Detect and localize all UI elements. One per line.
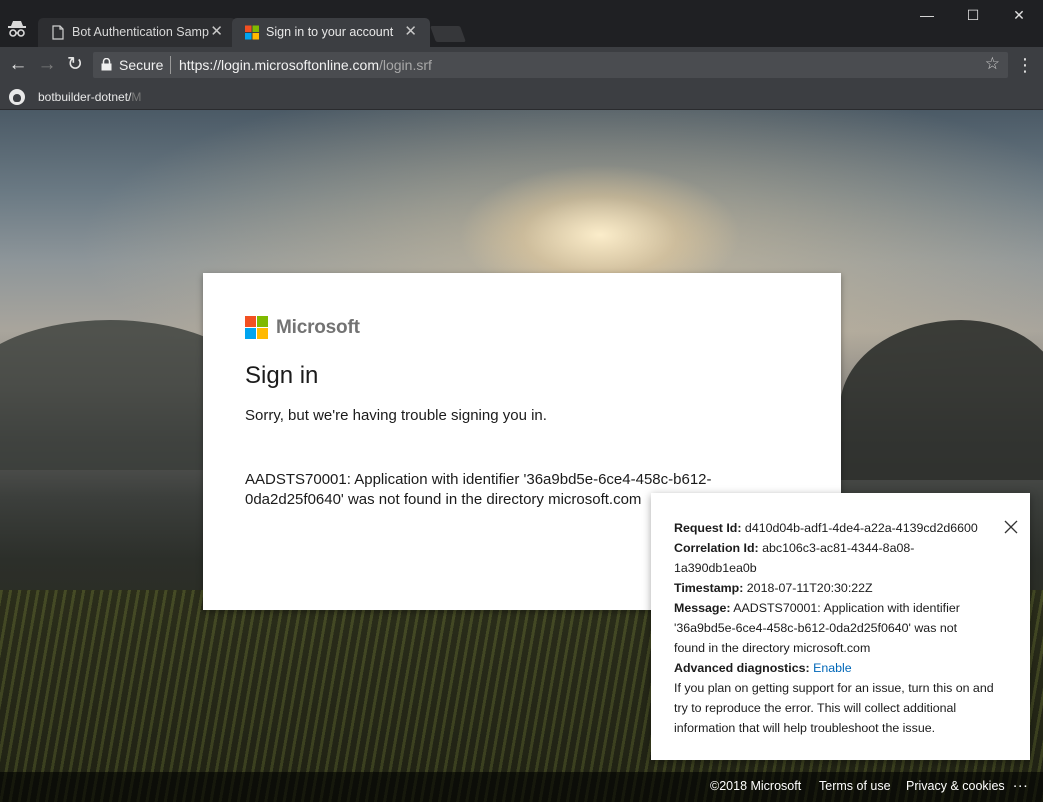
close-window-icon[interactable]: ✕ bbox=[996, 4, 1042, 26]
maximize-icon[interactable]: ☐ bbox=[950, 4, 996, 26]
address-bar[interactable]: Secure https://login.microsoftonline.com… bbox=[93, 52, 1008, 78]
message-row: Message: AADSTS70001: Application with i… bbox=[674, 598, 984, 658]
request-id-label: Request Id: bbox=[674, 521, 742, 535]
bookmark-star-icon[interactable]: ☆ bbox=[985, 54, 1000, 74]
request-id-row: Request Id: d410d04b-adf1-4de4-a22a-4139… bbox=[674, 518, 1004, 538]
microsoft-logo-icon bbox=[245, 25, 259, 40]
tab-bot-authentication[interactable]: Bot Authentication Samp ✕ bbox=[38, 18, 236, 47]
debug-details-panel: Request Id: d410d04b-adf1-4de4-a22a-4139… bbox=[651, 493, 1030, 760]
timestamp-value: 2018-07-11T20:30:22Z bbox=[746, 581, 873, 595]
close-tab-icon[interactable]: ✕ bbox=[404, 23, 417, 41]
secure-label: Secure bbox=[119, 57, 164, 73]
brand-name: Microsoft bbox=[276, 317, 360, 338]
tab-title: Bot Authentication Samp bbox=[72, 25, 209, 39]
request-id-value: d410d04b-adf1-4de4-a22a-4139cd2d6600 bbox=[744, 521, 978, 535]
bookmark-botbuilder[interactable]: botbuilder-dotnet/M bbox=[9, 87, 141, 107]
document-icon bbox=[52, 25, 64, 40]
microsoft-logo-icon bbox=[245, 316, 269, 340]
background-hill bbox=[840, 320, 1043, 480]
correlation-id-label: Correlation Id: bbox=[674, 541, 759, 555]
bookmarks-bar: botbuilder-dotnet/M bbox=[0, 83, 1043, 110]
github-icon bbox=[9, 89, 25, 105]
incognito-icon bbox=[8, 21, 26, 37]
page-footer: ©2018 Microsoft Terms of use Privacy & c… bbox=[0, 772, 1043, 802]
timestamp-label: Timestamp: bbox=[674, 581, 744, 595]
close-tab-icon[interactable]: ✕ bbox=[210, 23, 223, 41]
lock-icon bbox=[101, 58, 112, 71]
minimize-icon[interactable]: — bbox=[904, 4, 950, 26]
timestamp-row: Timestamp: 2018-07-11T20:30:22Z bbox=[674, 578, 1004, 598]
reload-icon[interactable]: ↻ bbox=[63, 53, 87, 77]
enable-diagnostics-link[interactable]: Enable bbox=[813, 661, 852, 675]
advanced-diagnostics-row: Advanced diagnostics: Enable bbox=[674, 658, 1004, 678]
bookmark-label: botbuilder-dotnet/M bbox=[38, 90, 142, 104]
url-path: /login.srf bbox=[378, 57, 432, 73]
forward-icon[interactable]: → bbox=[35, 53, 59, 77]
more-options-icon[interactable]: ... bbox=[1013, 774, 1029, 791]
address-separator bbox=[170, 56, 171, 74]
privacy-cookies-link[interactable]: Privacy & cookies bbox=[906, 779, 1005, 793]
correlation-id-row: Correlation Id: abc106c3-ac81-4344-8a08-… bbox=[674, 538, 949, 578]
advanced-diagnostics-label: Advanced diagnostics: bbox=[674, 661, 810, 675]
back-icon[interactable]: ← bbox=[6, 53, 30, 77]
tab-title: Sign in to your account bbox=[266, 25, 394, 39]
tab-sign-in[interactable]: Sign in to your account ✕ bbox=[232, 18, 430, 47]
browser-titlebar: Bot Authentication Samp ✕ Sign in to you… bbox=[0, 0, 1043, 47]
page-content: Microsoft Sign in Sorry, but we're havin… bbox=[0, 110, 1043, 802]
browser-menu-icon[interactable]: ⋮ bbox=[1016, 52, 1034, 78]
browser-toolbar: ← → ↻ Secure https://login.microsoftonli… bbox=[0, 47, 1043, 83]
new-tab-button[interactable] bbox=[430, 26, 466, 42]
error-subtitle: Sorry, but we're having trouble signing … bbox=[245, 407, 547, 424]
message-label: Message: bbox=[674, 601, 731, 615]
copyright-text: ©2018 Microsoft bbox=[710, 779, 802, 793]
url-text[interactable]: https://login.microsoftonline.com/login.… bbox=[179, 57, 432, 73]
advanced-diagnostics-help: If you plan on getting support for an is… bbox=[674, 681, 994, 735]
close-icon[interactable] bbox=[1003, 519, 1019, 535]
page-title: Sign in bbox=[245, 362, 319, 389]
terms-of-use-link[interactable]: Terms of use bbox=[819, 779, 891, 793]
url-host: https://login.microsoftonline.com bbox=[179, 57, 379, 73]
